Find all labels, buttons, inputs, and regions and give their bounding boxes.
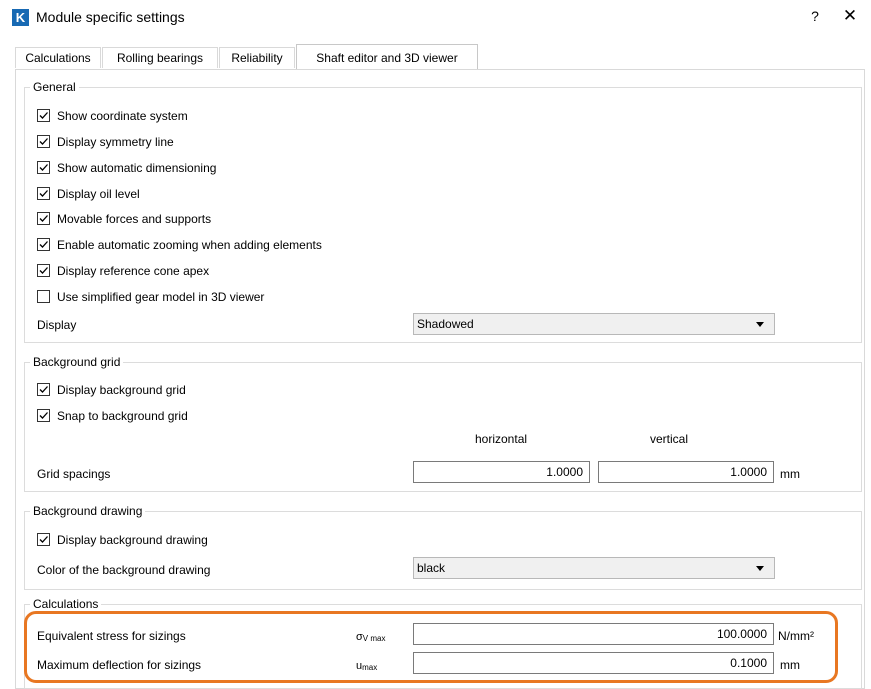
background-drawing-group-title: Background drawing (30, 504, 146, 519)
checkbox-label: Show automatic dimensioning (57, 161, 217, 175)
background-drawing-color-label: Color of the background drawing (37, 563, 211, 577)
checkbox-box[interactable] (37, 264, 50, 277)
tab-calculations[interactable]: Calculations (15, 47, 101, 68)
chevron-down-icon (756, 566, 764, 571)
checkbox-label: Show coordinate system (57, 109, 188, 123)
checkmark-icon (39, 241, 48, 248)
checkbox-label: Display reference cone apex (57, 264, 210, 278)
display-select[interactable]: Shadowed (413, 313, 775, 335)
checkmark-icon (39, 536, 48, 543)
checkbox-label: Use simplified gear model in 3D viewer (57, 290, 265, 304)
checkbox-box[interactable] (37, 187, 50, 200)
checkbox-label: Display background grid (57, 383, 186, 397)
app-logo-icon: K (12, 9, 29, 26)
checkbox-box[interactable] (37, 135, 50, 148)
checkbox-box[interactable] (37, 533, 50, 546)
color-select-value: black (417, 561, 446, 575)
checkbox-box[interactable] (37, 409, 50, 422)
highlight-annotation (24, 611, 838, 683)
checkbox-label: Enable automatic zooming when adding ele… (57, 238, 322, 252)
checkbox-label: Snap to background grid (57, 409, 188, 423)
checkbox-box[interactable] (37, 161, 50, 174)
close-button[interactable]: ✕ (838, 6, 862, 26)
grid-spacing-vertical-input[interactable]: 1.0000 (598, 461, 774, 483)
checkmark-icon (39, 138, 48, 145)
checkbox-label: Display background drawing (57, 533, 208, 547)
checkbox-box[interactable] (37, 290, 50, 303)
grid-spacing-horizontal-input[interactable]: 1.0000 (413, 461, 590, 483)
checkmark-icon (39, 267, 48, 274)
vertical-column-header: vertical (650, 432, 689, 446)
title-bar: K Module specific settings ? ✕ (0, 0, 871, 36)
calculations-group-title: Calculations (30, 597, 102, 612)
checkbox-label: Display symmetry line (57, 135, 174, 149)
window-title: Module specific settings (36, 9, 185, 25)
background-drawing-color-select[interactable]: black (413, 557, 775, 579)
display-label: Display (37, 318, 77, 332)
checkbox-box[interactable] (37, 383, 50, 396)
checkmark-icon (39, 164, 48, 171)
checkbox-box[interactable] (37, 238, 50, 251)
checkbox-box[interactable] (37, 212, 50, 225)
tab-reliability[interactable]: Reliability (219, 47, 295, 68)
grid-spacing-unit: mm (780, 467, 800, 481)
horizontal-column-header: horizontal (475, 432, 528, 446)
checkmark-icon (39, 215, 48, 222)
general-group-title: General (30, 80, 79, 95)
checkmark-icon (39, 112, 48, 119)
checkmark-icon (39, 412, 48, 419)
chevron-down-icon (756, 322, 764, 327)
checkmark-icon (39, 386, 48, 393)
checkbox-box[interactable] (37, 109, 50, 122)
checkbox-label: Display oil level (57, 187, 140, 201)
tab-rolling-bearings[interactable]: Rolling bearings (102, 47, 218, 68)
checkmark-icon (39, 190, 48, 197)
background-grid-group-title: Background grid (30, 355, 124, 370)
tab-shaft-editor-3d-viewer[interactable]: Shaft editor and 3D viewer (296, 44, 478, 69)
checkbox-label: Movable forces and supports (57, 212, 212, 226)
grid-spacings-label: Grid spacings (37, 467, 111, 481)
help-button[interactable]: ? (805, 8, 825, 24)
display-select-value: Shadowed (417, 317, 474, 331)
